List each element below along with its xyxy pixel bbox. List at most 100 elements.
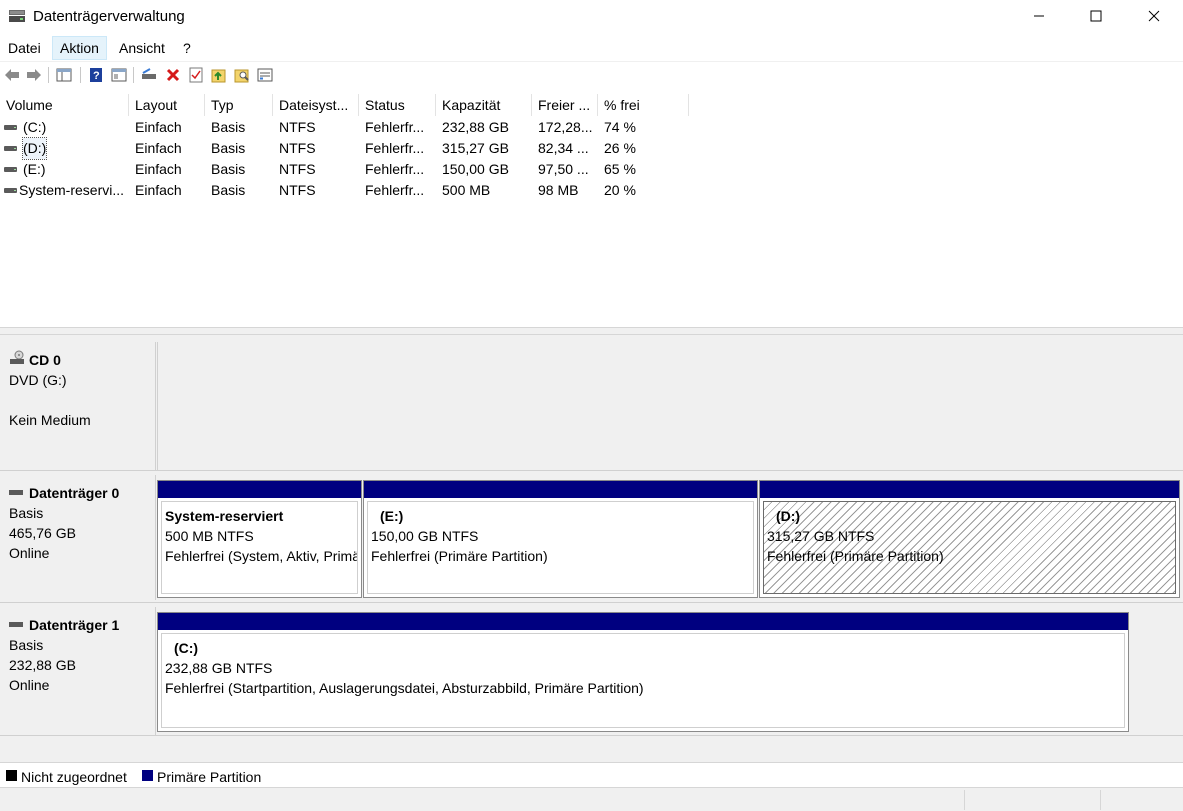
close-icon <box>1148 10 1160 22</box>
partition-size: 150,00 GB NTFS <box>371 528 479 544</box>
partition-d[interactable]: (D:) 315,27 GB NTFS Fehlerfrei (Primäre … <box>759 480 1180 598</box>
selected-partition-hatch: (D:) 315,27 GB NTFS Fehlerfrei (Primäre … <box>763 501 1176 594</box>
cell-kapazitaet: 232,88 GB <box>442 119 509 135</box>
disk-state: Online <box>9 677 50 693</box>
cell-freier-speicher: 98 MB <box>538 182 579 198</box>
column-header-kapazitaet[interactable]: Kapazität <box>436 94 532 116</box>
disk-title: Datenträger 1 <box>29 617 120 633</box>
table-row[interactable]: (E:) Einfach Basis NTFS Fehlerfr... 150,… <box>0 159 1183 180</box>
cell-volume: (E:) <box>23 161 46 177</box>
disk-management-icon <box>9 10 25 22</box>
cell-dateisystem: NTFS <box>279 182 316 198</box>
disk-media-state: Kein Medium <box>9 412 91 428</box>
menu-ansicht[interactable]: Ansicht <box>112 36 172 60</box>
cell-status: Fehlerfr... <box>365 182 425 198</box>
cd-drive-icon <box>10 350 24 364</box>
cell-layout: Einfach <box>135 119 182 135</box>
cell-prozent-frei: 74 % <box>604 119 636 135</box>
status-pane <box>1100 790 1183 810</box>
disk-size: 465,76 GB <box>9 525 76 541</box>
cell-kapazitaet: 500 MB <box>442 182 491 198</box>
pane-splitter[interactable] <box>0 327 1183 335</box>
partition-status: Fehlerfrei (Startpartition, Auslagerungs… <box>165 680 644 696</box>
partition-name: (C:) <box>174 640 199 656</box>
disk-label-disk0[interactable]: Datenträger 0 Basis 465,76 GB Online <box>0 475 156 600</box>
menu-help[interactable]: ? <box>176 36 198 60</box>
cell-prozent-frei: 20 % <box>604 182 636 198</box>
disk-size: 232,88 GB <box>9 657 76 673</box>
legend-label-unallocated: Nicht zugeordnet <box>21 769 127 785</box>
partition-system-reserviert[interactable]: System-reserviert 500 MB NTFS Fehlerfrei… <box>157 480 362 598</box>
settings-icon[interactable] <box>256 66 274 84</box>
partition-type-bar <box>158 481 361 498</box>
check-icon[interactable] <box>187 66 205 84</box>
disk-type: Basis <box>9 637 44 653</box>
properties-icon[interactable] <box>110 66 128 84</box>
column-header-volume[interactable]: Volume <box>0 94 129 116</box>
window-title: Datenträgerverwaltung <box>33 8 185 25</box>
connect-disk-icon[interactable] <box>140 66 158 84</box>
cell-dateisystem: NTFS <box>279 119 316 135</box>
partition-e[interactable]: (E:) 150,00 GB NTFS Fehlerfrei (Primäre … <box>363 480 758 598</box>
column-header-prozent-frei[interactable]: % frei <box>598 94 689 116</box>
status-pane <box>964 790 1100 810</box>
disk-graphical-view: CD 0 DVD (G:) Kein Medium Datenträger 0 … <box>0 335 1183 762</box>
search-icon[interactable] <box>233 66 251 84</box>
delete-icon[interactable] <box>164 66 182 84</box>
show-hide-console-tree-icon[interactable] <box>55 66 73 84</box>
table-row[interactable]: (D:) Einfach Basis NTFS Fehlerfr... 315,… <box>0 137 1183 160</box>
cell-layout: Einfach <box>135 161 182 177</box>
disk-icon <box>9 622 23 627</box>
disk-title: CD 0 <box>29 352 61 368</box>
partition-status: Fehlerfrei (System, Aktiv, Primäre Parti… <box>165 548 357 564</box>
partition-c[interactable]: (C:) 232,88 GB NTFS Fehlerfrei (Startpar… <box>157 612 1129 732</box>
column-header-status[interactable]: Status <box>359 94 436 116</box>
table-row[interactable]: System-reservi... Einfach Basis NTFS Feh… <box>0 180 1183 201</box>
minimize-button[interactable] <box>1010 0 1068 32</box>
maximize-icon <box>1090 10 1102 22</box>
partition-name: System-reserviert <box>165 508 284 524</box>
legend-label-primary: Primäre Partition <box>157 769 262 785</box>
disk-type: Basis <box>9 505 44 521</box>
disk-title: Datenträger 0 <box>29 485 120 501</box>
status-bar <box>0 787 1183 811</box>
volume-drive-icon <box>4 167 17 172</box>
column-header-typ[interactable]: Typ <box>205 94 273 116</box>
forward-icon[interactable] <box>25 66 43 84</box>
partition-name: (E:) <box>380 508 404 524</box>
column-header-layout[interactable]: Layout <box>129 94 205 116</box>
menu-aktion[interactable]: Aktion <box>52 36 107 60</box>
menu-datei[interactable]: Datei <box>1 36 48 60</box>
cell-volume: (C:) <box>23 119 47 135</box>
legend-swatch-unallocated <box>6 770 17 781</box>
partition-type-bar <box>760 481 1179 498</box>
svg-text:?: ? <box>93 70 100 82</box>
back-icon[interactable] <box>3 66 21 84</box>
up-icon[interactable] <box>210 66 228 84</box>
partition-type-bar <box>364 481 757 498</box>
column-header-dateisystem[interactable]: Dateisyst... <box>273 94 359 116</box>
disk-label-disk1[interactable]: Datenträger 1 Basis 232,88 GB Online <box>0 607 156 735</box>
close-button[interactable] <box>1125 0 1183 32</box>
table-row[interactable]: (C:) Einfach Basis NTFS Fehlerfr... 232,… <box>0 117 1183 138</box>
column-header-freier-speicher[interactable]: Freier ... <box>532 94 598 116</box>
partition-type-bar <box>158 613 1128 630</box>
volume-drive-icon <box>4 188 17 193</box>
help-icon[interactable]: ? <box>87 66 105 84</box>
cell-volume: (D:) <box>21 137 48 160</box>
cell-freier-speicher: 172,28... <box>538 119 593 135</box>
cd0-media-area <box>157 342 1183 470</box>
disk-icon <box>9 490 23 495</box>
cell-layout: Einfach <box>135 140 182 156</box>
cell-dateisystem: NTFS <box>279 161 316 177</box>
cell-status: Fehlerfr... <box>365 119 425 135</box>
maximize-button[interactable] <box>1067 0 1125 32</box>
partition-size: 500 MB NTFS <box>165 528 254 544</box>
cell-typ: Basis <box>211 182 246 198</box>
cell-kapazitaet: 150,00 GB <box>442 161 509 177</box>
title-bar: Datenträgerverwaltung <box>0 0 1183 34</box>
minimize-icon <box>1034 15 1044 17</box>
cell-status: Fehlerfr... <box>365 161 425 177</box>
disk-label-cd0[interactable]: CD 0 DVD (G:) Kein Medium <box>0 342 156 470</box>
cell-prozent-frei: 65 % <box>604 161 636 177</box>
